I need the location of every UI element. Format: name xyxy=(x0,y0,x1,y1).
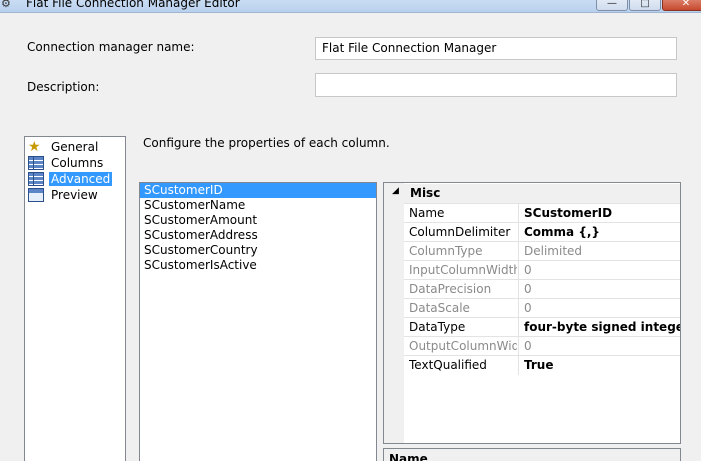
preview-icon xyxy=(28,187,44,202)
column-separator xyxy=(518,261,519,280)
property-value: 0 xyxy=(524,263,532,277)
property-row[interactable]: InputColumnWidth 0 xyxy=(404,260,680,280)
minimize-button[interactable]: — xyxy=(596,0,628,11)
column-separator xyxy=(518,280,519,299)
nav-item-columns[interactable]: Columns xyxy=(28,155,105,170)
maximize-icon: □ xyxy=(640,0,650,9)
nav-item-advanced[interactable]: Advanced xyxy=(28,171,113,186)
close-button[interactable]: ✕ xyxy=(662,0,701,11)
grid-icon xyxy=(28,171,44,186)
property-name: TextQualified xyxy=(409,358,487,372)
property-value[interactable]: True xyxy=(524,358,553,372)
description-input[interactable] xyxy=(315,73,677,97)
column-separator xyxy=(518,356,519,375)
nav-item-label: General xyxy=(51,139,99,154)
property-row[interactable]: Name SCustomerID xyxy=(404,203,680,223)
list-item[interactable]: SCustomerIsActive xyxy=(140,258,376,273)
column-separator xyxy=(518,337,519,356)
list-item[interactable]: SCustomerID xyxy=(140,183,376,198)
grid-margin xyxy=(384,183,404,443)
page-nav: ★ General Columns Advanced Preview xyxy=(24,136,126,461)
property-grid: ◢ Misc Name SCustomerID ColumnDelimiter Com… xyxy=(383,182,681,444)
property-row[interactable]: DataScale 0 xyxy=(404,298,680,318)
instruction-text: Configure the properties of each column. xyxy=(143,136,390,150)
property-value[interactable]: SCustomerID xyxy=(524,206,612,220)
property-value: 0 xyxy=(524,282,532,296)
property-name: InputColumnWidth xyxy=(409,263,517,277)
connection-name-label: Connection manager name: xyxy=(27,40,195,54)
property-row[interactable]: ColumnType Delimited xyxy=(404,241,680,261)
property-row[interactable]: DataPrecision 0 xyxy=(404,279,680,299)
general-icon: ★ xyxy=(28,138,41,155)
property-row[interactable]: DataType four-byte signed integer [DT_I4] xyxy=(404,317,680,337)
nav-item-label: Advanced xyxy=(49,171,113,186)
category-label: Misc xyxy=(410,186,441,200)
maximize-button[interactable]: □ xyxy=(629,0,661,11)
grid-icon xyxy=(28,155,44,170)
property-name: OutputColumnWidth xyxy=(409,339,517,353)
description-title: Name xyxy=(389,452,428,461)
property-row[interactable]: TextQualified True xyxy=(404,355,680,375)
description-panel: Name xyxy=(383,448,681,461)
property-value: 0 xyxy=(524,301,532,315)
window-controls: — □ ✕ xyxy=(596,0,701,11)
column-separator xyxy=(518,299,519,318)
column-separator xyxy=(518,223,519,242)
nav-item-label: Columns xyxy=(51,155,104,170)
property-value: 0 xyxy=(524,339,532,353)
column-separator xyxy=(518,204,519,223)
nav-item-preview[interactable]: Preview xyxy=(28,187,100,202)
list-item[interactable]: SCustomerAddress xyxy=(140,228,376,243)
property-name: DataScale xyxy=(409,301,470,315)
connection-name-input[interactable]: Flat File Connection Manager xyxy=(315,37,677,60)
column-list[interactable]: SCustomerID SCustomerName SCustomerAmoun… xyxy=(139,182,377,461)
property-value[interactable]: Comma {,} xyxy=(524,225,600,239)
property-name: ColumnDelimiter xyxy=(409,225,511,239)
property-row[interactable]: OutputColumnWidth 0 xyxy=(404,336,680,356)
minimize-icon: — xyxy=(607,0,617,9)
nav-item-general[interactable]: ★ General xyxy=(28,139,100,154)
property-name: DataType xyxy=(409,320,466,334)
app-icon: ⚙ xyxy=(1,0,11,10)
nav-item-label: Preview xyxy=(51,187,98,202)
description-label: Description: xyxy=(27,80,100,94)
property-name: DataPrecision xyxy=(409,282,492,296)
category-row[interactable]: ◢ Misc xyxy=(384,184,680,203)
list-item[interactable]: SCustomerCountry xyxy=(140,243,376,258)
property-name: ColumnType xyxy=(409,244,483,258)
column-separator xyxy=(518,242,519,261)
column-separator xyxy=(518,318,519,337)
list-item[interactable]: SCustomerAmount xyxy=(140,213,376,228)
property-value: Delimited xyxy=(524,244,583,258)
property-value[interactable]: four-byte signed integer [DT_I4] xyxy=(524,320,680,334)
property-name: Name xyxy=(409,206,445,220)
collapse-icon[interactable]: ◢ xyxy=(392,186,399,196)
list-item[interactable]: SCustomerName xyxy=(140,198,376,213)
close-icon: ✕ xyxy=(681,0,691,9)
window-title: Flat File Connection Manager Editor xyxy=(26,0,240,10)
title-bar: ⚙ Flat File Connection Manager Editor — … xyxy=(0,0,701,13)
property-row[interactable]: ColumnDelimiter Comma {,} xyxy=(404,222,680,242)
